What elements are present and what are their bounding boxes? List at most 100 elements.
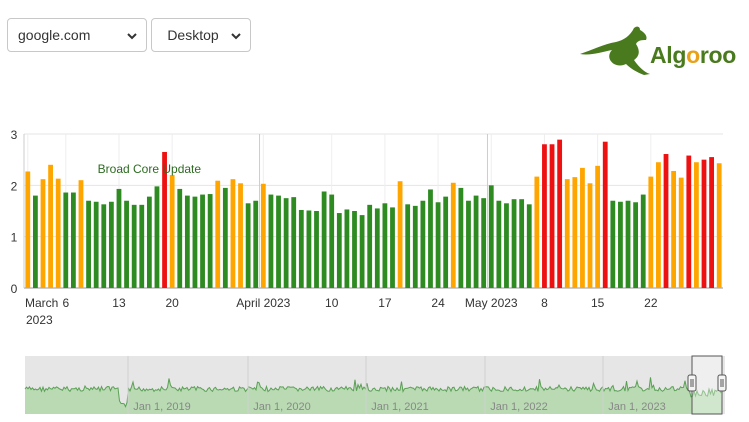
chart-bar[interactable] [602,141,608,288]
chart-bar[interactable] [709,157,715,288]
chart-bar[interactable] [291,197,297,288]
navigator-date-label: Jan 1, 2023 [608,401,666,413]
chart-bar[interactable] [268,194,274,288]
chart-bar[interactable] [610,200,616,288]
domain-select[interactable]: google.com [7,18,147,52]
navigator-right-handle[interactable] [717,374,727,392]
chart-bar[interactable] [473,195,479,288]
chart-bar[interactable] [428,189,433,288]
chart-bar[interactable] [656,162,661,288]
chart-bar[interactable] [564,179,570,288]
chart-bar[interactable] [283,198,289,288]
chart-bar[interactable] [200,194,205,288]
chart-bar[interactable] [390,207,395,288]
chart-bar[interactable] [587,183,593,288]
chart-bar[interactable] [314,211,319,288]
chart-bar[interactable] [458,187,464,288]
chart-bar[interactable] [488,185,494,288]
chart-bar[interactable] [701,159,707,288]
chart-bar[interactable] [276,195,281,288]
chart-bar[interactable] [93,201,99,288]
chart-bar[interactable] [549,144,555,288]
chart-bar[interactable] [154,186,160,288]
chart-bar[interactable] [557,139,563,288]
chart-bar[interactable] [694,162,699,288]
chart-bar[interactable] [526,204,532,288]
chart-bar[interactable] [504,203,509,288]
chart-bar[interactable] [192,196,198,288]
chart-bar[interactable] [306,210,312,288]
chart-bar[interactable] [519,199,525,288]
chart-bar[interactable] [352,211,357,288]
chart-bar[interactable] [511,199,517,288]
chart-bar[interactable] [443,196,449,288]
chart-bar[interactable] [716,163,722,288]
chart-bar[interactable] [412,205,418,288]
chart-bar[interactable] [63,192,69,288]
chart-bar[interactable] [48,164,53,288]
chart-bar[interactable] [640,194,646,288]
chart-bar[interactable] [618,201,623,288]
chart-bar[interactable] [344,209,350,288]
chart-bar[interactable] [124,200,129,288]
chart-bar[interactable] [70,192,76,288]
chart-bar[interactable] [207,194,213,288]
navigator-left-handle[interactable] [687,374,697,392]
navigator-chart[interactable]: Jan 1, 2019 Jan 1, 2020 Jan 1, 2021 Jan 1, … [0,348,749,416]
chart-bar[interactable] [40,179,46,288]
chart-bar[interactable] [253,200,259,288]
y-tick-label: 0 [11,282,18,296]
chart-bar[interactable] [678,177,684,288]
chart-bar[interactable] [298,209,304,288]
chart-bar[interactable] [230,179,236,288]
chart-bar[interactable] [481,198,487,288]
chart-bar[interactable] [32,195,38,288]
chart-bar[interactable] [542,144,547,288]
chart-bar[interactable] [336,213,342,288]
chart-bar[interactable] [146,196,152,288]
chart-bar[interactable] [625,200,631,288]
chart-bar[interactable] [633,202,639,288]
chart-bar[interactable] [108,201,114,288]
chart-bar[interactable] [405,204,411,288]
chart-bar[interactable] [397,181,403,288]
chart-bar[interactable] [222,187,228,288]
chart-bar[interactable] [260,183,266,288]
chart-bar[interactable] [450,182,456,288]
chart-bar[interactable] [329,194,335,288]
chart-bar[interactable] [572,177,578,288]
chart-bar[interactable] [671,170,677,288]
chart-bar[interactable] [663,154,669,288]
chart-bar[interactable] [139,204,145,288]
chart-bar[interactable] [580,167,585,288]
chart-bar[interactable] [466,200,471,288]
device-select[interactable]: Desktop [151,18,251,52]
chart-bar[interactable] [25,171,31,288]
chevron-down-icon [231,33,241,40]
chart-bar[interactable] [116,188,122,288]
chart-bar[interactable] [215,180,221,288]
chart-bar[interactable] [367,204,373,288]
chart-bar[interactable] [169,175,175,288]
chart-bar[interactable] [55,178,61,288]
chart-bar[interactable] [86,200,91,288]
chart-bar[interactable] [374,208,380,288]
chart-bar[interactable] [382,203,388,288]
chart-bar[interactable] [101,204,107,288]
chart-bar[interactable] [496,200,502,288]
chart-bar[interactable] [648,176,654,288]
chart-bar[interactable] [78,180,84,288]
chart-bar[interactable] [595,165,601,288]
chart-bar[interactable] [534,176,540,288]
chart-bar[interactable] [435,202,441,288]
chart-bar[interactable] [420,200,426,288]
chart-bar[interactable] [359,215,365,288]
chart-bar[interactable] [686,155,692,288]
chart-bar[interactable] [321,191,327,288]
chart-bar[interactable] [131,204,137,288]
chart-bar[interactable] [177,188,183,288]
chart-annotation: Broad Core Update [98,162,202,176]
chart-bar[interactable] [238,183,243,288]
chart-bar[interactable] [245,203,251,288]
chart-bar[interactable] [184,195,190,288]
